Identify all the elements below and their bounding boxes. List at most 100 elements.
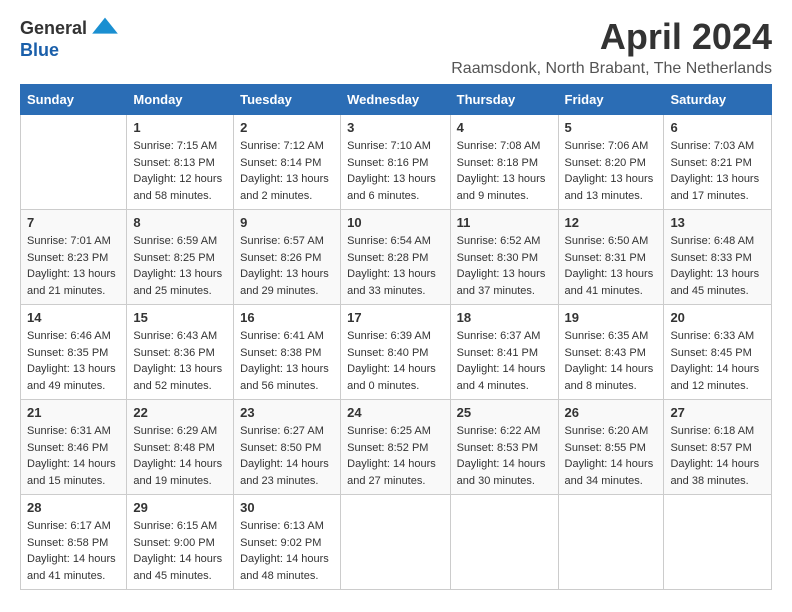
week-row-2: 14Sunrise: 6:46 AMSunset: 8:35 PMDayligh… — [21, 305, 772, 400]
day-info: Sunrise: 7:15 AMSunset: 8:13 PMDaylight:… — [133, 138, 227, 204]
logo-general: General — [20, 18, 87, 39]
day-number: 13 — [670, 215, 765, 230]
title-area: April 2024 Raamsdonk, North Brabant, The… — [451, 16, 772, 78]
header: General Blue April 2024 Raamsdonk, North… — [20, 16, 772, 78]
day-cell: 30 Sunrise: 6:13 AMSunset: 9:02 PMDayligh… — [234, 495, 341, 590]
day-number: 22 — [133, 405, 227, 420]
logo-icon — [89, 16, 121, 40]
logo-blue-text: Blue — [20, 40, 59, 60]
day-cell: 1 Sunrise: 7:15 AMSunset: 8:13 PMDaylight… — [127, 115, 234, 210]
day-cell: 22 Sunrise: 6:29 AMSunset: 8:48 PMDayligh… — [127, 400, 234, 495]
header-friday: Friday — [558, 85, 664, 115]
day-number: 17 — [347, 310, 444, 325]
day-number: 15 — [133, 310, 227, 325]
day-info: Sunrise: 6:27 AMSunset: 8:50 PMDaylight:… — [240, 423, 334, 489]
day-cell — [21, 115, 127, 210]
day-number: 30 — [240, 500, 334, 515]
day-number: 23 — [240, 405, 334, 420]
day-number: 14 — [27, 310, 120, 325]
day-info: Sunrise: 6:54 AMSunset: 8:28 PMDaylight:… — [347, 233, 444, 299]
day-number: 5 — [565, 120, 658, 135]
day-info: Sunrise: 6:37 AMSunset: 8:41 PMDaylight:… — [457, 328, 552, 394]
day-info: Sunrise: 7:01 AMSunset: 8:23 PMDaylight:… — [27, 233, 120, 299]
day-cell: 27 Sunrise: 6:18 AMSunset: 8:57 PMDayligh… — [664, 400, 772, 495]
week-row-4: 28 Sunrise: 6:17 AMSunset: 8:58 PMDayligh… — [21, 495, 772, 590]
day-number: 27 — [670, 405, 765, 420]
day-number: 19 — [565, 310, 658, 325]
day-number: 11 — [457, 215, 552, 230]
header-thursday: Thursday — [450, 85, 558, 115]
day-number: 8 — [133, 215, 227, 230]
day-cell: 13 Sunrise: 6:48 AMSunset: 8:33 PMDayligh… — [664, 210, 772, 305]
day-number: 10 — [347, 215, 444, 230]
day-cell — [664, 495, 772, 590]
day-info: Sunrise: 6:59 AMSunset: 8:25 PMDaylight:… — [133, 233, 227, 299]
day-info: Sunrise: 7:03 AMSunset: 8:21 PMDaylight:… — [670, 138, 765, 204]
day-info: Sunrise: 7:10 AMSunset: 8:16 PMDaylight:… — [347, 138, 444, 204]
day-number: 6 — [670, 120, 765, 135]
day-number: 3 — [347, 120, 444, 135]
day-info: Sunrise: 6:57 AMSunset: 8:26 PMDaylight:… — [240, 233, 334, 299]
day-number: 25 — [457, 405, 552, 420]
calendar-header-row: SundayMondayTuesdayWednesdayThursdayFrid… — [21, 85, 772, 115]
logo: General Blue — [20, 16, 121, 61]
month-title: April 2024 — [451, 16, 772, 58]
day-info: Sunrise: 6:48 AMSunset: 8:33 PMDaylight:… — [670, 233, 765, 299]
day-cell: 19Sunrise: 6:35 AMSunset: 8:43 PMDayligh… — [558, 305, 664, 400]
day-cell: 7 Sunrise: 7:01 AMSunset: 8:23 PMDaylight… — [21, 210, 127, 305]
day-cell: 20 Sunrise: 6:33 AMSunset: 8:45 PMDayligh… — [664, 305, 772, 400]
day-cell: 18 Sunrise: 6:37 AMSunset: 8:41 PMDayligh… — [450, 305, 558, 400]
day-cell: 5 Sunrise: 7:06 AMSunset: 8:20 PMDaylight… — [558, 115, 664, 210]
day-info: Sunrise: 6:25 AMSunset: 8:52 PMDaylight:… — [347, 423, 444, 489]
day-info: Sunrise: 6:29 AMSunset: 8:48 PMDaylight:… — [133, 423, 227, 489]
subtitle: Raamsdonk, North Brabant, The Netherland… — [451, 60, 772, 78]
day-info: Sunrise: 6:22 AMSunset: 8:53 PMDaylight:… — [457, 423, 552, 489]
day-info: Sunrise: 6:31 AMSunset: 8:46 PMDaylight:… — [27, 423, 120, 489]
calendar-table: SundayMondayTuesdayWednesdayThursdayFrid… — [20, 84, 772, 590]
day-info: Sunrise: 6:52 AMSunset: 8:30 PMDaylight:… — [457, 233, 552, 299]
day-info: Sunrise: 6:39 AMSunset: 8:40 PMDaylight:… — [347, 328, 444, 394]
day-number: 21 — [27, 405, 120, 420]
day-cell: 4Sunrise: 7:08 AMSunset: 8:18 PMDaylight… — [450, 115, 558, 210]
day-number: 2 — [240, 120, 334, 135]
day-number: 1 — [133, 120, 227, 135]
day-cell: 24Sunrise: 6:25 AMSunset: 8:52 PMDayligh… — [341, 400, 451, 495]
day-cell: 21 Sunrise: 6:31 AMSunset: 8:46 PMDayligh… — [21, 400, 127, 495]
day-info: Sunrise: 6:50 AMSunset: 8:31 PMDaylight:… — [565, 233, 658, 299]
day-cell: 8 Sunrise: 6:59 AMSunset: 8:25 PMDaylight… — [127, 210, 234, 305]
day-info: Sunrise: 6:18 AMSunset: 8:57 PMDaylight:… — [670, 423, 765, 489]
day-cell: 15 Sunrise: 6:43 AMSunset: 8:36 PMDayligh… — [127, 305, 234, 400]
day-cell: 29Sunrise: 6:15 AMSunset: 9:00 PMDayligh… — [127, 495, 234, 590]
day-number: 28 — [27, 500, 120, 515]
week-row-3: 21 Sunrise: 6:31 AMSunset: 8:46 PMDayligh… — [21, 400, 772, 495]
day-cell: 16 Sunrise: 6:41 AMSunset: 8:38 PMDayligh… — [234, 305, 341, 400]
header-sunday: Sunday — [21, 85, 127, 115]
day-info: Sunrise: 7:12 AMSunset: 8:14 PMDaylight:… — [240, 138, 334, 204]
day-number: 18 — [457, 310, 552, 325]
header-wednesday: Wednesday — [341, 85, 451, 115]
day-info: Sunrise: 6:20 AMSunset: 8:55 PMDaylight:… — [565, 423, 658, 489]
day-info: Sunrise: 6:43 AMSunset: 8:36 PMDaylight:… — [133, 328, 227, 394]
day-cell: 9Sunrise: 6:57 AMSunset: 8:26 PMDaylight… — [234, 210, 341, 305]
day-cell — [450, 495, 558, 590]
header-tuesday: Tuesday — [234, 85, 341, 115]
week-row-0: 1 Sunrise: 7:15 AMSunset: 8:13 PMDaylight… — [21, 115, 772, 210]
day-number: 20 — [670, 310, 765, 325]
day-info: Sunrise: 6:33 AMSunset: 8:45 PMDaylight:… — [670, 328, 765, 394]
day-info: Sunrise: 6:41 AMSunset: 8:38 PMDaylight:… — [240, 328, 334, 394]
day-info: Sunrise: 7:06 AMSunset: 8:20 PMDaylight:… — [565, 138, 658, 204]
header-monday: Monday — [127, 85, 234, 115]
day-cell: 28 Sunrise: 6:17 AMSunset: 8:58 PMDayligh… — [21, 495, 127, 590]
day-cell: 14Sunrise: 6:46 AMSunset: 8:35 PMDayligh… — [21, 305, 127, 400]
day-cell — [341, 495, 451, 590]
day-number: 29 — [133, 500, 227, 515]
day-info: Sunrise: 6:17 AMSunset: 8:58 PMDaylight:… — [27, 518, 120, 584]
day-number: 16 — [240, 310, 334, 325]
day-info: Sunrise: 6:13 AMSunset: 9:02 PMDaylight:… — [240, 518, 334, 584]
week-row-1: 7 Sunrise: 7:01 AMSunset: 8:23 PMDaylight… — [21, 210, 772, 305]
day-cell: 11 Sunrise: 6:52 AMSunset: 8:30 PMDayligh… — [450, 210, 558, 305]
day-number: 7 — [27, 215, 120, 230]
day-cell: 12Sunrise: 6:50 AMSunset: 8:31 PMDayligh… — [558, 210, 664, 305]
day-cell: 10 Sunrise: 6:54 AMSunset: 8:28 PMDayligh… — [341, 210, 451, 305]
day-number: 26 — [565, 405, 658, 420]
